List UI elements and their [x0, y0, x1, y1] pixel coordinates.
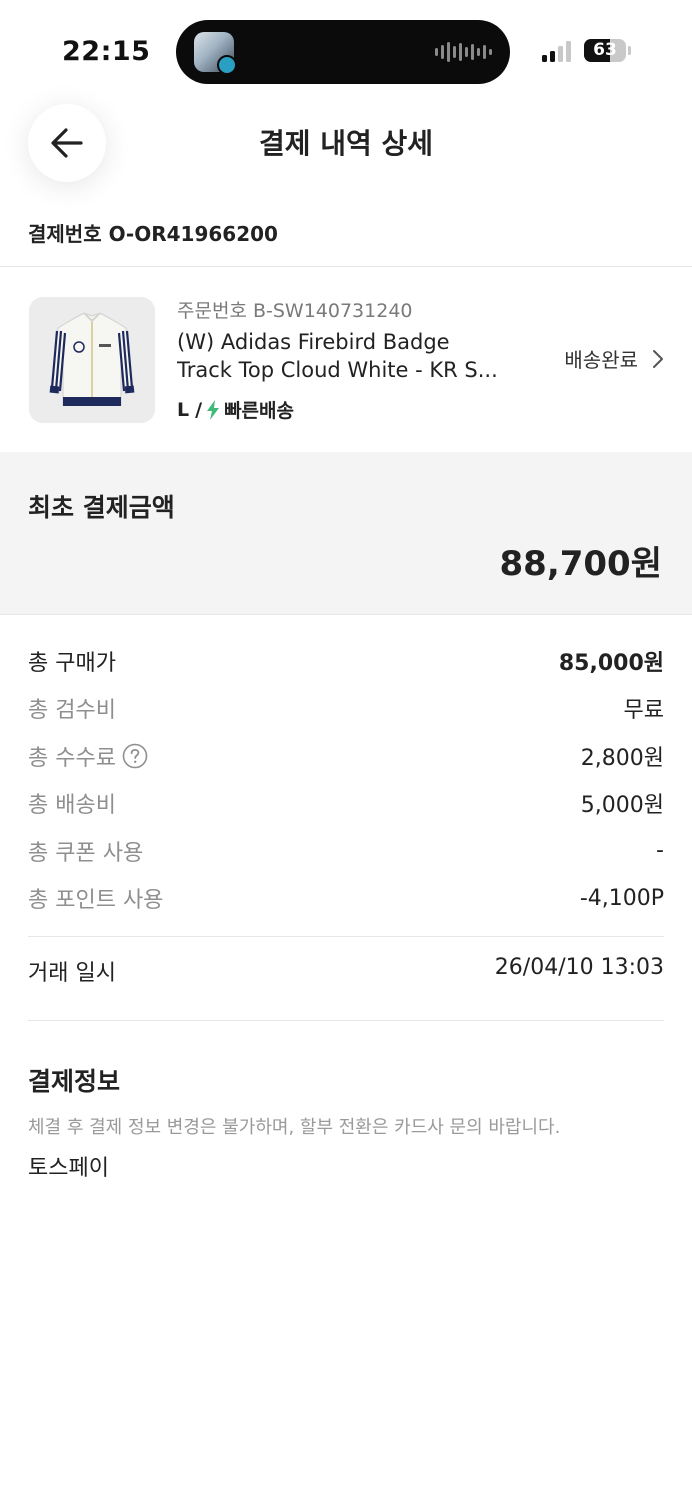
divider	[28, 1020, 664, 1021]
divider	[0, 266, 692, 267]
breakdown-label-wrap: 총 수수료	[28, 740, 148, 772]
delivery-type: 빠른배송	[224, 400, 294, 422]
initial-payment-section: 최초 결제금액 88,700원	[0, 452, 692, 614]
breakdown-label: 총 쿠폰 사용	[28, 840, 144, 866]
back-button[interactable]	[28, 104, 106, 182]
breakdown-value: -	[656, 838, 664, 864]
cellular-signal-icon	[542, 40, 571, 62]
battery-cap	[628, 46, 631, 55]
breakdown-value: -4,100P	[579, 885, 664, 911]
payment-info-note: 체결 후 결제 정보 변경은 불가하며, 할부 전환은 카드사 문의 바랍니다.	[28, 1117, 561, 1138]
product-image	[29, 297, 155, 423]
product-name: (W) Adidas Firebird Badge Track Top Clou…	[177, 328, 537, 384]
breakdown-value: 무료	[623, 698, 664, 724]
status-bar: 22:15 63	[0, 0, 692, 100]
size-label: L	[177, 398, 190, 421]
dynamic-island[interactable]	[176, 20, 510, 84]
product-name-line-2: Track Top Cloud White - KR S...	[177, 358, 498, 382]
breakdown-value: 2,800원	[580, 745, 664, 771]
payment-method: 토스페이	[28, 1156, 109, 1181]
trade-datetime-label: 거래 일시	[28, 961, 116, 986]
battery-percent: 63	[593, 40, 617, 60]
breakdown-row-service-fee: 총 수수료 2,800원	[28, 732, 664, 780]
product-option: L / 빠른배송	[177, 396, 294, 423]
question-circle-icon[interactable]	[122, 743, 148, 769]
breakdown-label: 총 검수비	[28, 698, 116, 724]
breakdown-value: 85,000원	[558, 650, 664, 676]
trade-datetime-value: 26/04/10 13:03	[494, 955, 664, 980]
product-name-line-1: (W) Adidas Firebird Badge	[177, 330, 450, 354]
battery-icon: 63	[584, 39, 626, 62]
track-jacket-image	[29, 297, 155, 423]
breakdown-row-coupon: 총 쿠폰 사용 -	[28, 827, 664, 875]
divider	[28, 936, 664, 937]
option-separator: /	[195, 398, 203, 421]
breakdown-row-purchase-price: 총 구매가 85,000원	[28, 637, 664, 685]
breakdown-label: 총 구매가	[28, 650, 116, 676]
product-item[interactable]: 주문번호 B-SW140731240 (W) Adidas Firebird B…	[0, 268, 692, 450]
breakdown-label: 총 수수료	[28, 745, 116, 771]
breakdown-row-inspection-fee: 총 검수비 무료	[28, 685, 664, 733]
arrow-left-icon	[51, 128, 83, 158]
chevron-right-icon	[652, 349, 664, 369]
payment-number: 결제번호 O-OR41966200	[28, 222, 278, 246]
breakdown-value: 5,000원	[580, 793, 664, 819]
lightning-bolt-icon	[206, 399, 220, 420]
payment-info-title: 결제정보	[28, 1067, 121, 1096]
breakdown-label: 총 배송비	[28, 793, 116, 819]
delivery-status-link[interactable]: 배송완료	[564, 344, 664, 373]
divider	[0, 614, 692, 615]
header: 결제 내역 상세	[0, 100, 692, 186]
initial-payment-label: 최초 결제금액	[28, 493, 175, 522]
audio-wave-icon	[435, 42, 492, 62]
breakdown-row-points: 총 포인트 사용 -4,100P	[28, 875, 664, 923]
breakdown-label: 총 포인트 사용	[28, 888, 164, 914]
order-number: 주문번호 B-SW140731240	[177, 300, 413, 322]
trade-datetime-row: 거래 일시 26/04/10 13:03	[28, 955, 664, 987]
delivery-status: 배송완료	[564, 348, 638, 372]
now-playing-artwork	[194, 32, 237, 75]
breakdown-row-shipping-fee: 총 배송비 5,000원	[28, 780, 664, 828]
status-time: 22:15	[62, 36, 151, 67]
price-breakdown: 총 구매가 85,000원 총 검수비 무료 총 수수료 2,800원 총 배송…	[28, 637, 664, 922]
initial-payment-amount: 88,700원	[499, 544, 662, 584]
